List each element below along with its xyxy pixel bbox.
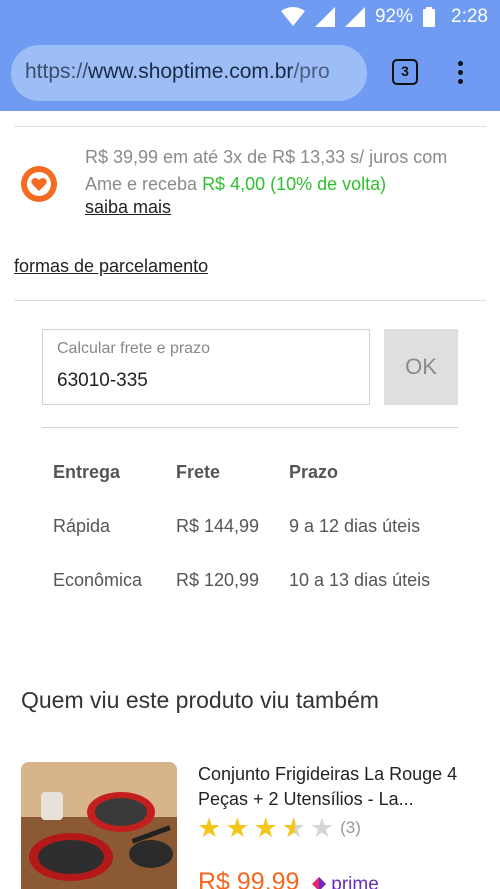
prime-label: prime bbox=[331, 874, 379, 889]
url-path: /pro bbox=[293, 60, 330, 83]
product-image[interactable] bbox=[21, 762, 177, 889]
delivery-time: 10 a 13 dias úteis bbox=[289, 570, 431, 590]
tab-switcher-button[interactable]: 3 bbox=[392, 59, 418, 85]
recommendations-title: Quem viu este produto viu também bbox=[21, 687, 379, 713]
star-full-icon: ★ bbox=[197, 813, 222, 843]
header-cost: Frete bbox=[176, 462, 221, 482]
clock: 2:28 bbox=[451, 6, 488, 27]
star-full-icon: ★ bbox=[253, 813, 278, 843]
header-time: Prazo bbox=[289, 462, 339, 482]
delivery-type: Rápida bbox=[53, 516, 111, 536]
divider bbox=[14, 126, 486, 127]
cashback-amount: R$ 4,00 (10% de volta) bbox=[202, 174, 387, 194]
prime-logo-icon bbox=[312, 877, 326, 889]
calculate-shipping-button[interactable]: OK bbox=[384, 329, 458, 405]
zip-code-value[interactable]: 63010-335 bbox=[57, 370, 148, 392]
zip-code-label: Calcular frete e prazo bbox=[57, 340, 210, 357]
battery-icon bbox=[423, 7, 436, 27]
ame-heart-icon bbox=[21, 166, 57, 202]
installment-text: R$ 39,99 em até 3x de R$ 13,33 s/ juros … bbox=[85, 147, 448, 167]
header-delivery: Entrega bbox=[53, 462, 121, 482]
review-count: (3) bbox=[340, 818, 361, 837]
product-price: R$ 99,99 bbox=[198, 868, 300, 889]
delivery-time: 9 a 12 dias úteis bbox=[289, 516, 421, 536]
wifi-icon bbox=[280, 7, 305, 26]
signal-icon bbox=[344, 7, 365, 27]
ame-prefix: Ame e receba bbox=[85, 174, 203, 194]
url-host: www.shoptime.com.br bbox=[88, 60, 294, 83]
divider bbox=[14, 300, 486, 301]
browser-chrome: 92% 2:28 https://www.shoptime.com.br/pro… bbox=[0, 0, 500, 111]
star-empty-icon: ★ bbox=[309, 813, 335, 843]
battery-percent: 92% bbox=[374, 6, 414, 27]
address-bar[interactable]: https://www.shoptime.com.br/pro bbox=[11, 45, 367, 101]
shipping-cost: R$ 120,99 bbox=[176, 570, 260, 590]
url-scheme: https:// bbox=[25, 60, 89, 83]
prime-badge: prime bbox=[312, 874, 379, 889]
installment-options-link[interactable]: formas de parcelamento bbox=[14, 256, 208, 277]
zip-code-input[interactable]: Calcular frete e prazo 63010-335 bbox=[42, 329, 370, 405]
status-bar: 92% 2:28 bbox=[0, 0, 500, 36]
product-name[interactable]: Conjunto Frigideiras La Rouge 4 Peças + … bbox=[198, 762, 488, 812]
star-half-icon: ★ ★ bbox=[281, 813, 306, 843]
delivery-type: Econômica bbox=[53, 570, 143, 590]
divider bbox=[42, 427, 458, 428]
product-rating: ★ ★ ★ ★ ★ ★ (3) bbox=[197, 814, 361, 842]
learn-more-link[interactable]: saiba mais bbox=[85, 197, 171, 218]
signal-icon bbox=[314, 7, 335, 27]
overflow-menu-icon[interactable] bbox=[452, 58, 468, 88]
star-full-icon: ★ bbox=[225, 813, 250, 843]
installment-info: R$ 39,99 em até 3x de R$ 13,33 s/ juros … bbox=[85, 144, 485, 198]
shipping-cost: R$ 144,99 bbox=[176, 516, 260, 536]
